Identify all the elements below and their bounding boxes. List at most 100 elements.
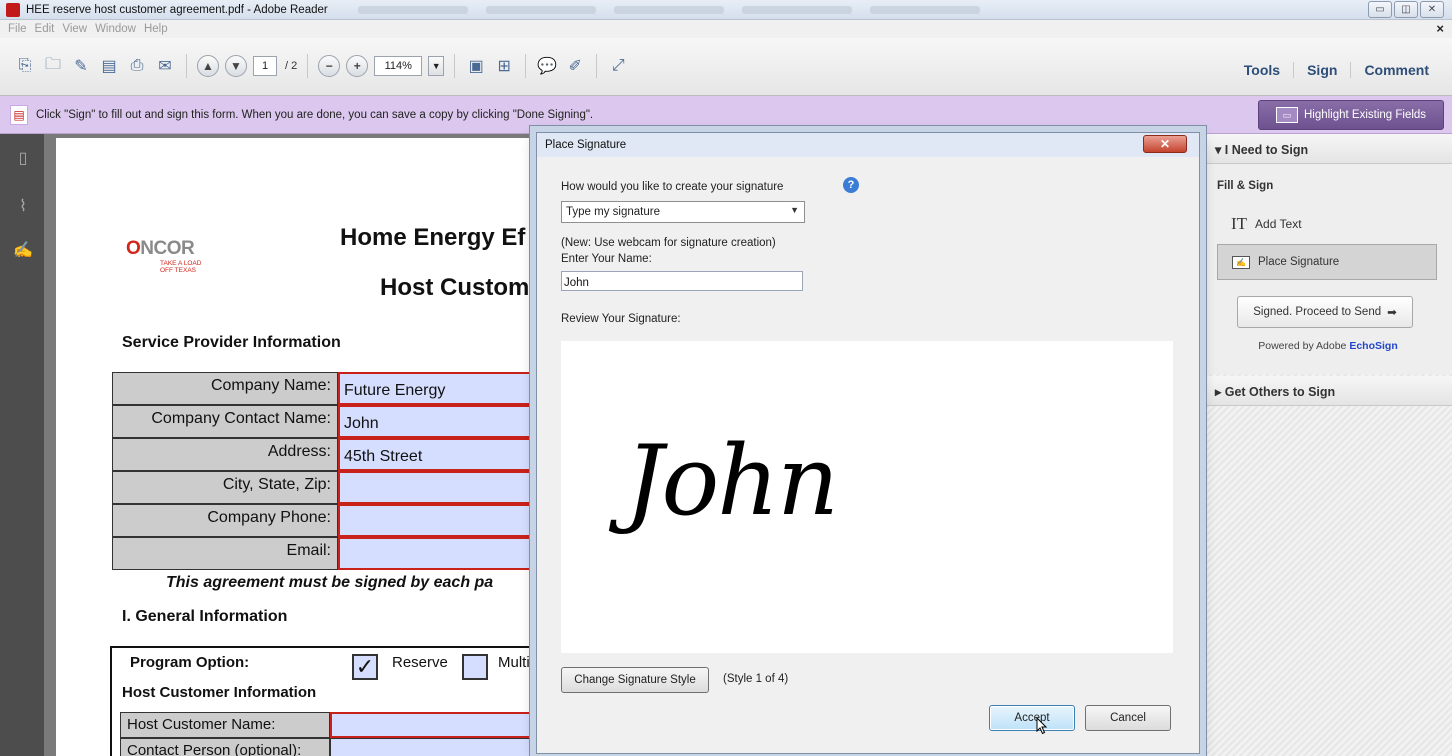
tab-sign[interactable]: Sign <box>1293 62 1350 78</box>
echosign-link[interactable]: EchoSign <box>1349 340 1397 352</box>
place-signature-dialog: Place Signature ✕ How would you like to … <box>536 132 1200 754</box>
zoom-out-icon[interactable]: − <box>318 55 341 77</box>
signatures-icon[interactable]: ✍ <box>13 240 33 260</box>
dialog-title-bar: Place Signature ✕ <box>537 133 1199 157</box>
menu-edit[interactable]: Edit <box>35 23 55 35</box>
change-style-button[interactable]: Change Signature Style <box>561 667 709 693</box>
fit-width-icon[interactable]: ⊞ <box>493 55 515 77</box>
background-taskbar <box>357 5 980 14</box>
section-heading: I. General Information <box>122 608 288 625</box>
comment-icon[interactable]: 💬 <box>536 55 558 77</box>
oncor-logo: ONCOR TAKE A LOAD OFF TEXAS <box>126 238 202 274</box>
reserve-label: Reserve <box>392 654 448 671</box>
fit-page-icon[interactable]: ▣ <box>465 55 487 77</box>
contact-person-field[interactable] <box>330 738 540 756</box>
company-name-field[interactable]: Future Energy <box>338 372 558 405</box>
print-icon[interactable]: ⎙ <box>126 55 148 77</box>
email-icon[interactable]: ✉ <box>154 55 176 77</box>
review-label: Review Your Signature: <box>561 313 681 325</box>
menu-file[interactable]: File <box>8 23 27 35</box>
field-label: Contact Person (optional): <box>120 738 330 756</box>
document-subtitle: Host Custom <box>380 274 530 301</box>
zoom-level-input[interactable]: 114% <box>374 56 423 76</box>
name-label: Enter Your Name: <box>561 253 652 265</box>
dropdown-arrow-icon: ▼ <box>790 205 799 215</box>
cancel-button[interactable]: Cancel <box>1085 705 1171 731</box>
zoom-dropdown-icon[interactable]: ▼ <box>428 56 445 76</box>
close-document-button[interactable]: × <box>1436 21 1444 36</box>
field-label: Company Name: <box>112 372 338 405</box>
place-signature-button[interactable]: ✍ Place Signature <box>1217 244 1437 280</box>
main-toolbar: ⎘ 🗀 ✎ ▤ ⎙ ✉ ▲ ▼ 1 / 2 − + 114% ▼ ▣ ⊞ 💬 ✐… <box>0 38 1452 96</box>
text-cursor-icon: IT <box>1231 214 1248 233</box>
style-count: (Style 1 of 4) <box>723 673 789 685</box>
document-title: Home Energy Ef <box>340 224 526 251</box>
field-label: Host Customer Name: <box>120 712 330 738</box>
dialog-close-button[interactable]: ✕ <box>1143 135 1187 153</box>
help-icon[interactable]: ? <box>843 177 859 193</box>
open-icon[interactable]: 🗀 <box>42 55 64 77</box>
sign-pane: ▾ I Need to Sign Fill & Sign IT Add Text… <box>1202 134 1452 756</box>
service-provider-form: Company Name: Future Energy Company Cont… <box>112 372 558 570</box>
page-total: / 2 <box>285 60 298 72</box>
adobe-reader-icon <box>6 2 20 17</box>
fullscreen-icon[interactable]: ⤢ <box>607 55 629 77</box>
menu-view[interactable]: View <box>62 23 87 35</box>
webcam-note: (New: Use webcam for signature creation) <box>561 237 776 249</box>
host-info-heading: Host Customer Information <box>122 684 317 701</box>
host-customer-name-field[interactable] <box>330 712 540 738</box>
zoom-in-icon[interactable]: + <box>346 55 369 77</box>
next-page-icon[interactable]: ▼ <box>225 55 247 77</box>
edit-icon[interactable]: ✎ <box>70 55 92 77</box>
multifamily-checkbox[interactable] <box>462 654 488 680</box>
prev-page-icon[interactable]: ▲ <box>197 55 219 77</box>
tab-tools[interactable]: Tools <box>1231 62 1293 78</box>
city-state-zip-field[interactable] <box>338 471 558 504</box>
i-need-to-sign-header[interactable]: ▾ I Need to Sign <box>1203 134 1452 164</box>
page-number-input[interactable]: 1 <box>253 56 277 76</box>
creation-method-label: How would you like to create your signat… <box>561 181 784 193</box>
name-input[interactable] <box>561 271 803 291</box>
highlight-fields-label: Highlight Existing Fields <box>1303 109 1427 121</box>
field-label: City, State, Zip: <box>112 471 338 504</box>
contact-name-field[interactable]: John <box>338 405 558 438</box>
field-label: Company Contact Name: <box>112 405 338 438</box>
reserve-checkbox[interactable]: ✓ <box>352 654 378 680</box>
form-message-bar: ▤ Click "Sign" to fill out and sign this… <box>0 96 1452 134</box>
window-title: HEE reserve host customer agreement.pdf … <box>26 3 328 16</box>
pointer-cursor-icon <box>1036 717 1048 735</box>
minimize-button[interactable]: ▭ <box>1368 1 1392 18</box>
create-pdf-icon[interactable]: ⎘ <box>14 55 36 77</box>
highlight-icon[interactable]: ✐ <box>564 55 586 77</box>
field-label: Address: <box>112 438 338 471</box>
highlight-fields-button[interactable]: ▭ Highlight Existing Fields <box>1258 100 1444 130</box>
menu-window[interactable]: Window <box>95 23 136 35</box>
close-window-button[interactable]: ✕ <box>1420 1 1444 18</box>
tab-comment[interactable]: Comment <box>1350 62 1442 78</box>
email-field[interactable] <box>338 537 558 570</box>
signature-preview: John <box>561 341 1173 653</box>
add-text-button[interactable]: IT Add Text <box>1231 214 1302 234</box>
signature-preview-text: John <box>625 425 839 537</box>
accept-button[interactable]: Accept <box>989 705 1075 731</box>
arrow-right-icon: ➡ <box>1387 307 1397 319</box>
dialog-title: Place Signature <box>545 139 627 151</box>
menu-help[interactable]: Help <box>144 23 168 35</box>
multifamily-label: Multif <box>498 654 534 671</box>
maximize-button[interactable]: ◫ <box>1394 1 1418 18</box>
company-phone-field[interactable] <box>338 504 558 537</box>
form-message-text: Click "Sign" to fill out and sign this f… <box>36 108 594 121</box>
field-label: Company Phone: <box>112 504 338 537</box>
highlight-fields-icon: ▭ <box>1275 107 1298 123</box>
program-option-label: Program Option: <box>130 654 250 671</box>
attachments-icon[interactable]: ⌇ <box>14 196 32 216</box>
menu-bar: File Edit View Window Help × <box>0 20 1452 38</box>
signature-icon: ✍ <box>1232 255 1250 269</box>
powered-by-text: Powered by Adobe EchoSign <box>1258 340 1398 352</box>
address-field[interactable]: 45th Street <box>338 438 558 471</box>
proceed-to-send-button[interactable]: Signed. Proceed to Send ➡ <box>1237 296 1413 328</box>
get-others-to-sign-header[interactable]: ▸ Get Others to Sign <box>1203 376 1452 406</box>
save-icon[interactable]: ▤ <box>98 55 120 77</box>
signature-method-select[interactable]: Type my signature ▼ <box>561 201 805 223</box>
page-thumbnails-icon[interactable]: ▯ <box>14 148 32 168</box>
